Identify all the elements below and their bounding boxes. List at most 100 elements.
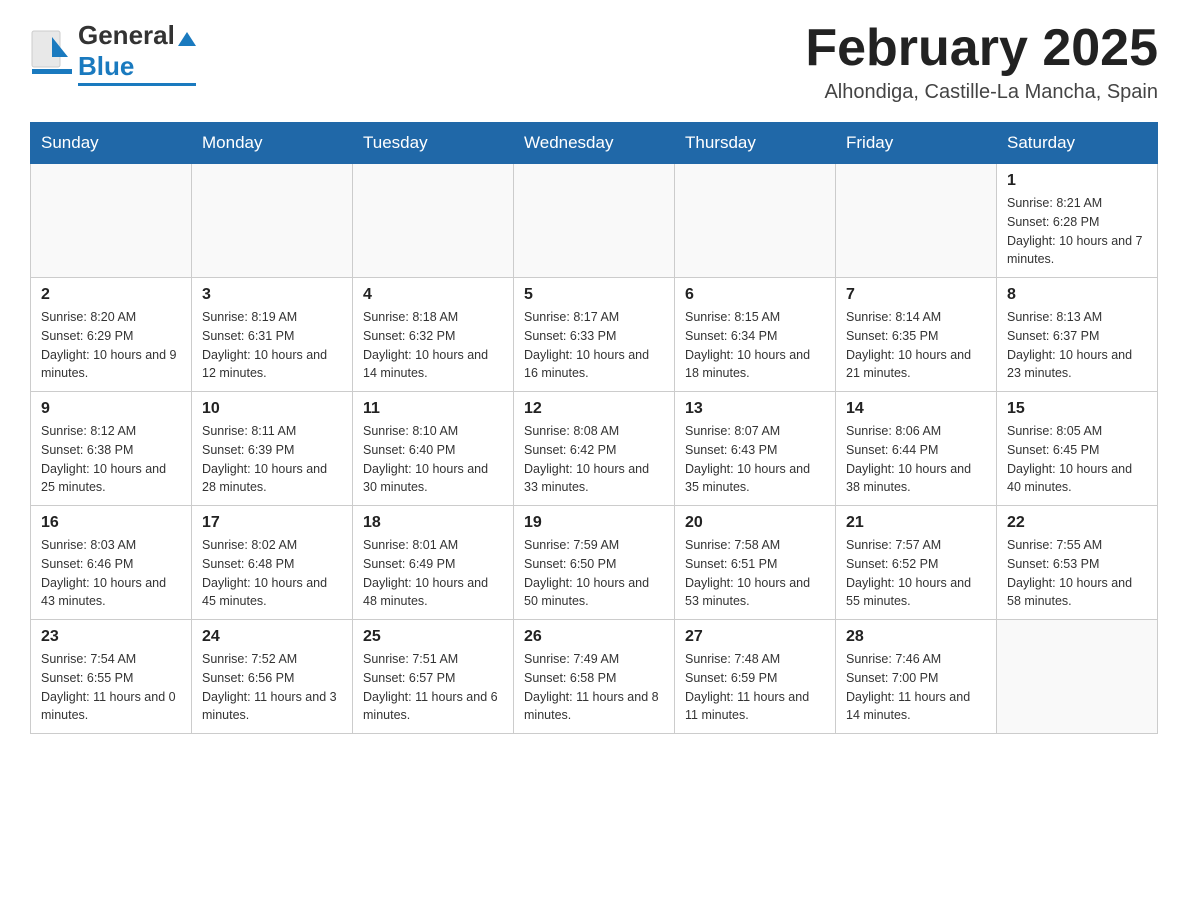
- day-info: Sunrise: 8:12 AM Sunset: 6:38 PM Dayligh…: [41, 422, 181, 497]
- day-number: 20: [685, 514, 825, 532]
- calendar-cell: 24 Sunrise: 7:52 AM Sunset: 6:56 PM Dayli…: [192, 620, 353, 734]
- day-info: Sunrise: 8:03 AM Sunset: 6:46 PM Dayligh…: [41, 536, 181, 611]
- calendar-cell: 5 Sunrise: 8:17 AM Sunset: 6:33 PM Daylig…: [514, 278, 675, 392]
- calendar-cell: 17Sunrise: 8:02 AM Sunset: 6:48 PM Dayli…: [192, 506, 353, 620]
- calendar-cell: 13 Sunrise: 8:07 AM Sunset: 6:43 PM Dayli…: [675, 392, 836, 506]
- day-info: Sunrise: 8:19 AM Sunset: 6:31 PM Dayligh…: [202, 308, 342, 383]
- day-info: Sunrise: 8:05 AM Sunset: 6:45 PM Dayligh…: [1007, 422, 1147, 497]
- calendar-cell: 22 Sunrise: 7:55 AM Sunset: 6:53 PM Dayli…: [997, 506, 1158, 620]
- day-number: 15: [1007, 400, 1147, 418]
- logo-icon: [30, 29, 70, 77]
- day-number: 8: [1007, 286, 1147, 304]
- calendar-week-3: 9 Sunrise: 8:12 AM Sunset: 6:38 PM Daylig…: [31, 392, 1158, 506]
- day-number: 4: [363, 286, 503, 304]
- location: Alhondiga, Castille-La Mancha, Spain: [805, 81, 1158, 104]
- calendar-cell: 7 Sunrise: 8:14 AM Sunset: 6:35 PM Daylig…: [836, 278, 997, 392]
- calendar-table: SundayMondayTuesdayWednesdayThursdayFrid…: [30, 122, 1158, 734]
- day-number: 23: [41, 628, 181, 646]
- calendar-cell: [192, 164, 353, 278]
- day-info: Sunrise: 7:54 AM Sunset: 6:55 PM Dayligh…: [41, 650, 181, 725]
- day-info: Sunrise: 7:57 AM Sunset: 6:52 PM Dayligh…: [846, 536, 986, 611]
- day-info: Sunrise: 7:46 AM Sunset: 7:00 PM Dayligh…: [846, 650, 986, 725]
- day-info: Sunrise: 7:52 AM Sunset: 6:56 PM Dayligh…: [202, 650, 342, 725]
- calendar-cell: 26Sunrise: 7:49 AM Sunset: 6:58 PM Dayli…: [514, 620, 675, 734]
- day-number: 27: [685, 628, 825, 646]
- calendar-header-row: SundayMondayTuesdayWednesdayThursdayFrid…: [31, 123, 1158, 164]
- day-number: 28: [846, 628, 986, 646]
- calendar-cell: 16Sunrise: 8:03 AM Sunset: 6:46 PM Dayli…: [31, 506, 192, 620]
- day-info: Sunrise: 8:21 AM Sunset: 6:28 PM Dayligh…: [1007, 194, 1147, 269]
- calendar-cell: 4 Sunrise: 8:18 AM Sunset: 6:32 PM Daylig…: [353, 278, 514, 392]
- logo-blue-text: Blue: [78, 51, 134, 81]
- day-info: Sunrise: 8:08 AM Sunset: 6:42 PM Dayligh…: [524, 422, 664, 497]
- day-number: 21: [846, 514, 986, 532]
- day-info: Sunrise: 7:48 AM Sunset: 6:59 PM Dayligh…: [685, 650, 825, 725]
- calendar-cell: 20 Sunrise: 7:58 AM Sunset: 6:51 PM Dayli…: [675, 506, 836, 620]
- day-number: 24: [202, 628, 342, 646]
- day-number: 1: [1007, 172, 1147, 190]
- day-info: Sunrise: 8:11 AM Sunset: 6:39 PM Dayligh…: [202, 422, 342, 497]
- calendar-cell: 27 Sunrise: 7:48 AM Sunset: 6:59 PM Dayli…: [675, 620, 836, 734]
- calendar-cell: 2Sunrise: 8:20 AM Sunset: 6:29 PM Daylig…: [31, 278, 192, 392]
- calendar-cell: [514, 164, 675, 278]
- page-header: General Blue February 2025 Alhondiga, Ca…: [30, 20, 1158, 104]
- calendar-cell: 12 Sunrise: 8:08 AM Sunset: 6:42 PM Dayli…: [514, 392, 675, 506]
- calendar-cell: 18Sunrise: 8:01 AM Sunset: 6:49 PM Dayli…: [353, 506, 514, 620]
- day-info: Sunrise: 8:17 AM Sunset: 6:33 PM Dayligh…: [524, 308, 664, 383]
- day-number: 14: [846, 400, 986, 418]
- day-info: Sunrise: 8:15 AM Sunset: 6:34 PM Dayligh…: [685, 308, 825, 383]
- calendar-cell: 15 Sunrise: 8:05 AM Sunset: 6:45 PM Dayli…: [997, 392, 1158, 506]
- day-number: 5: [524, 286, 664, 304]
- calendar-cell: 8 Sunrise: 8:13 AM Sunset: 6:37 PM Daylig…: [997, 278, 1158, 392]
- calendar-cell: 3 Sunrise: 8:19 AM Sunset: 6:31 PM Daylig…: [192, 278, 353, 392]
- day-info: Sunrise: 7:59 AM Sunset: 6:50 PM Dayligh…: [524, 536, 664, 611]
- day-number: 25: [363, 628, 503, 646]
- calendar-cell: 28 Sunrise: 7:46 AM Sunset: 7:00 PM Dayli…: [836, 620, 997, 734]
- day-number: 12: [524, 400, 664, 418]
- col-header-thursday: Thursday: [675, 123, 836, 164]
- col-header-sunday: Sunday: [31, 123, 192, 164]
- col-header-saturday: Saturday: [997, 123, 1158, 164]
- day-info: Sunrise: 7:55 AM Sunset: 6:53 PM Dayligh…: [1007, 536, 1147, 611]
- calendar-cell: [997, 620, 1158, 734]
- day-info: Sunrise: 8:01 AM Sunset: 6:49 PM Dayligh…: [363, 536, 503, 611]
- calendar-cell: 25 Sunrise: 7:51 AM Sunset: 6:57 PM Dayli…: [353, 620, 514, 734]
- title-area: February 2025 Alhondiga, Castille-La Man…: [805, 20, 1158, 104]
- calendar-cell: [353, 164, 514, 278]
- calendar-cell: [675, 164, 836, 278]
- day-info: Sunrise: 8:07 AM Sunset: 6:43 PM Dayligh…: [685, 422, 825, 497]
- col-header-wednesday: Wednesday: [514, 123, 675, 164]
- logo-general-text: General: [78, 20, 175, 51]
- day-info: Sunrise: 8:18 AM Sunset: 6:32 PM Dayligh…: [363, 308, 503, 383]
- day-info: Sunrise: 8:02 AM Sunset: 6:48 PM Dayligh…: [202, 536, 342, 611]
- calendar-cell: 14Sunrise: 8:06 AM Sunset: 6:44 PM Dayli…: [836, 392, 997, 506]
- day-info: Sunrise: 8:13 AM Sunset: 6:37 PM Dayligh…: [1007, 308, 1147, 383]
- calendar-cell: 1 Sunrise: 8:21 AM Sunset: 6:28 PM Daylig…: [997, 164, 1158, 278]
- calendar-cell: 6 Sunrise: 8:15 AM Sunset: 6:34 PM Daylig…: [675, 278, 836, 392]
- logo-text-block: General Blue: [78, 20, 196, 86]
- calendar-cell: 21 Sunrise: 7:57 AM Sunset: 6:52 PM Dayli…: [836, 506, 997, 620]
- month-title: February 2025: [805, 20, 1158, 77]
- day-info: Sunrise: 8:10 AM Sunset: 6:40 PM Dayligh…: [363, 422, 503, 497]
- day-number: 9: [41, 400, 181, 418]
- day-number: 3: [202, 286, 342, 304]
- day-number: 22: [1007, 514, 1147, 532]
- calendar-cell: 19Sunrise: 7:59 AM Sunset: 6:50 PM Dayli…: [514, 506, 675, 620]
- day-info: Sunrise: 8:14 AM Sunset: 6:35 PM Dayligh…: [846, 308, 986, 383]
- day-number: 10: [202, 400, 342, 418]
- day-number: 7: [846, 286, 986, 304]
- day-number: 11: [363, 400, 503, 418]
- day-info: Sunrise: 7:51 AM Sunset: 6:57 PM Dayligh…: [363, 650, 503, 725]
- day-number: 6: [685, 286, 825, 304]
- calendar-week-1: 1 Sunrise: 8:21 AM Sunset: 6:28 PM Daylig…: [31, 164, 1158, 278]
- day-number: 13: [685, 400, 825, 418]
- col-header-tuesday: Tuesday: [353, 123, 514, 164]
- calendar-cell: 10 Sunrise: 8:11 AM Sunset: 6:39 PM Dayli…: [192, 392, 353, 506]
- col-header-friday: Friday: [836, 123, 997, 164]
- day-info: Sunrise: 8:20 AM Sunset: 6:29 PM Dayligh…: [41, 308, 181, 383]
- calendar-cell: 9 Sunrise: 8:12 AM Sunset: 6:38 PM Daylig…: [31, 392, 192, 506]
- calendar-week-2: 2Sunrise: 8:20 AM Sunset: 6:29 PM Daylig…: [31, 278, 1158, 392]
- calendar-cell: [31, 164, 192, 278]
- calendar-week-4: 16Sunrise: 8:03 AM Sunset: 6:46 PM Dayli…: [31, 506, 1158, 620]
- day-info: Sunrise: 7:58 AM Sunset: 6:51 PM Dayligh…: [685, 536, 825, 611]
